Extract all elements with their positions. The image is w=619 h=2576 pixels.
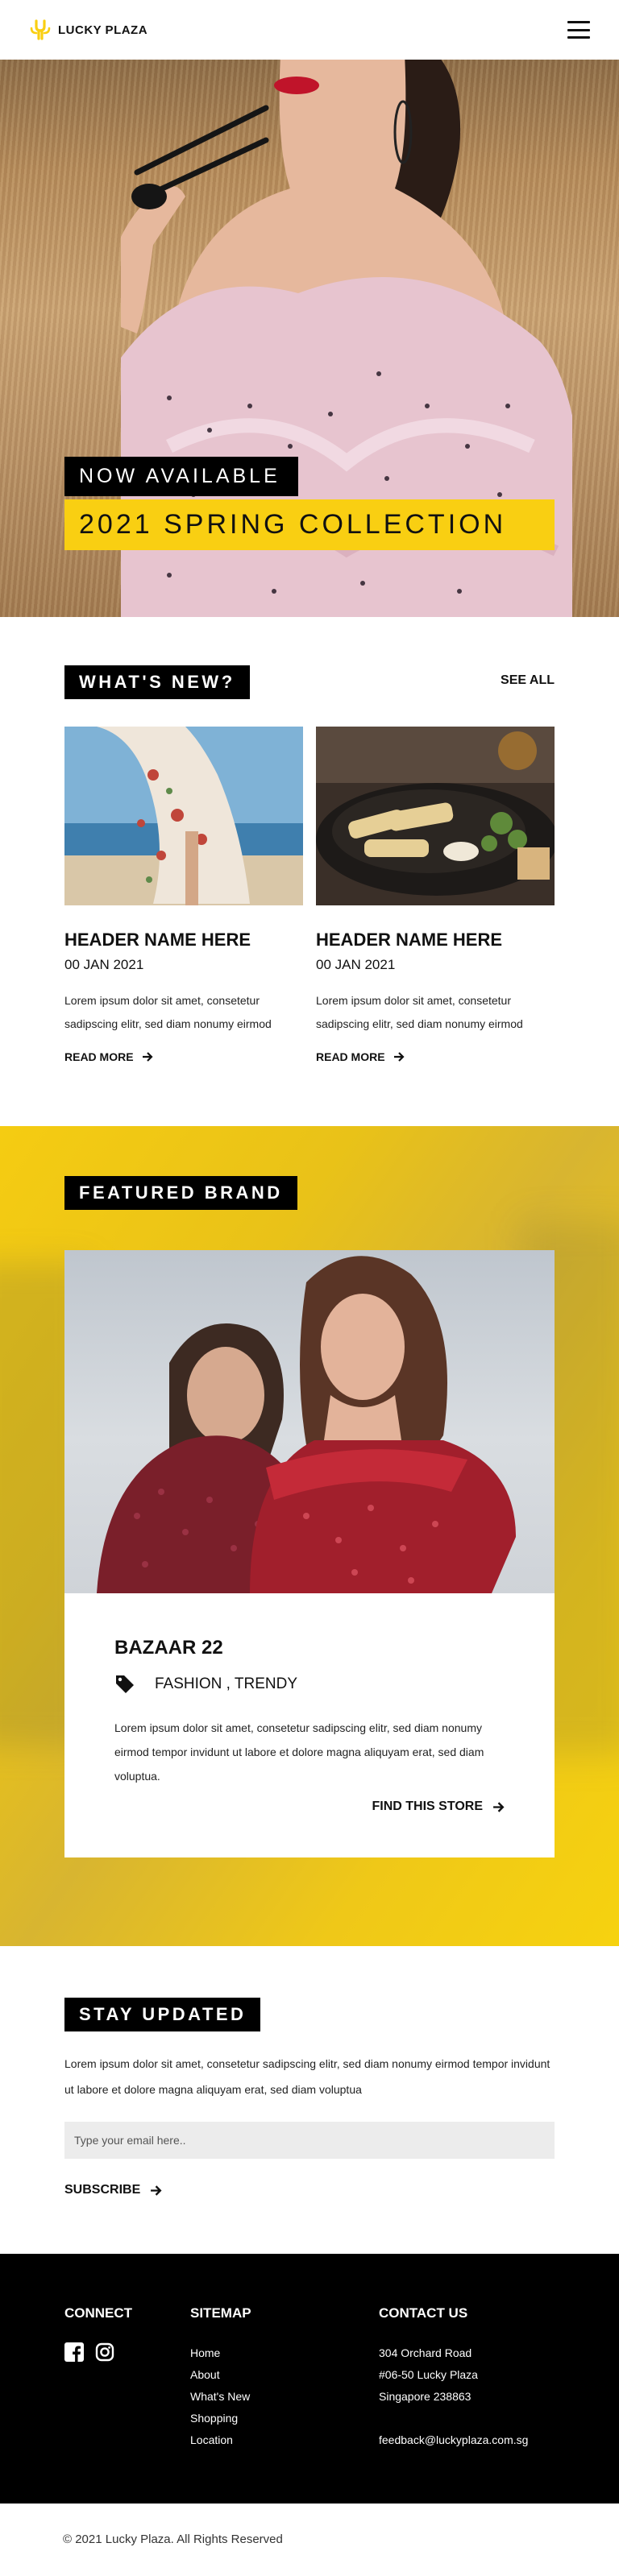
news-card-title: HEADER NAME HERE bbox=[64, 930, 251, 950]
copyright-text: © 2021 Lucky Plaza. All Rights Reserved bbox=[63, 2532, 283, 2546]
facebook-icon[interactable] bbox=[64, 2342, 84, 2362]
news-card[interactable]: HEADER NAME HERE 00 JAN 2021 Lorem ipsum… bbox=[316, 727, 555, 1063]
sitemap-link-location[interactable]: Location bbox=[190, 2429, 251, 2451]
section-title: FEATURED BRAND bbox=[64, 1176, 297, 1210]
brand-name: LUCKY PLAZA bbox=[58, 23, 148, 37]
subscribe-button[interactable]: SUBSCRIBE bbox=[64, 2183, 162, 2197]
contact-email-link[interactable]: feedback@luckyplaza.com.sg bbox=[379, 2429, 528, 2451]
arrow-right-icon bbox=[493, 1801, 505, 1812]
sitemap-link-whats-new[interactable]: What's New bbox=[190, 2386, 251, 2408]
news-card[interactable]: HEADER NAME HERE 00 JAN 2021 Lorem ipsum… bbox=[64, 727, 303, 1063]
hero-tag: NOW AVAILABLE bbox=[64, 457, 298, 496]
footer-heading: CONTACT US bbox=[379, 2305, 468, 2321]
newsletter-description: Lorem ipsum dolor sit amet, consetetur s… bbox=[64, 2057, 550, 2096]
tag-icon bbox=[116, 1675, 134, 1693]
address-line: 304 Orchard Road bbox=[379, 2346, 472, 2359]
address-line: Singapore 238863 bbox=[379, 2390, 472, 2403]
arrow-right-icon bbox=[142, 1052, 153, 1062]
footer-heading: SITEMAP bbox=[190, 2305, 251, 2321]
footer-sitemap: SITEMAP Home About What's New Shopping L… bbox=[190, 2305, 251, 2451]
instagram-icon[interactable] bbox=[95, 2342, 114, 2362]
hamburger-menu-icon[interactable] bbox=[567, 21, 590, 39]
hero-banner: NOW AVAILABLE 2021 SPRING COLLECTION bbox=[0, 60, 619, 617]
email-input[interactable] bbox=[64, 2122, 555, 2159]
brand-name: BAZAAR 22 bbox=[114, 1637, 223, 1659]
news-card-title: HEADER NAME HERE bbox=[316, 930, 503, 950]
brand-tags: FASHION , TRENDY bbox=[114, 1674, 297, 1695]
site-header: LUCKY PLAZA bbox=[0, 0, 619, 60]
sitemap-link-about[interactable]: About bbox=[190, 2364, 251, 2386]
news-card-date: 00 JAN 2021 bbox=[316, 957, 396, 972]
see-all-link[interactable]: SEE ALL bbox=[501, 673, 555, 688]
whats-new-section: WHAT'S NEW? SEE ALL HEADER NAME HERE 00 … bbox=[0, 617, 619, 1126]
footer-contact: CONTACT US 304 Orchard Road #06-50 Lucky… bbox=[379, 2305, 528, 2451]
sitemap-link-shopping[interactable]: Shopping bbox=[190, 2408, 251, 2429]
brand-card: BAZAAR 22 FASHION , TRENDY Lorem ipsum d… bbox=[64, 1250, 555, 1857]
news-card-excerpt: Lorem ipsum dolor sit amet, consetetur s… bbox=[316, 994, 523, 1030]
footer-connect: CONNECT bbox=[64, 2305, 132, 2362]
find-store-link[interactable]: FIND THIS STORE bbox=[372, 1799, 505, 1814]
site-footer: CONNECT SITEMAP Home About What's New Sh… bbox=[0, 2254, 619, 2504]
featured-brand-section: FEATURED BRAND BAZAAR 22 FASHION , TREND… bbox=[0, 1126, 619, 1946]
news-card-date: 00 JAN 2021 bbox=[64, 957, 144, 972]
read-more-link[interactable]: READ MORE bbox=[316, 1050, 555, 1063]
news-card-image bbox=[64, 727, 303, 905]
arrow-right-icon bbox=[393, 1052, 405, 1062]
footer-heading: CONNECT bbox=[64, 2305, 133, 2321]
brand-description: Lorem ipsum dolor sit amet, consetetur s… bbox=[114, 1721, 484, 1783]
news-card-excerpt: Lorem ipsum dolor sit amet, consetetur s… bbox=[64, 994, 272, 1030]
hero-title: 2021 SPRING COLLECTION bbox=[64, 499, 555, 550]
sitemap-link-home[interactable]: Home bbox=[190, 2342, 251, 2364]
newsletter-section: STAY UPDATED Lorem ipsum dolor sit amet,… bbox=[0, 1946, 619, 2254]
brand-image bbox=[64, 1250, 555, 1593]
lucky-plaza-logo-icon bbox=[30, 19, 51, 40]
arrow-right-icon bbox=[151, 2185, 162, 2196]
address-line: #06-50 Lucky Plaza bbox=[379, 2368, 478, 2381]
section-title: STAY UPDATED bbox=[64, 1998, 261, 2031]
section-title: WHAT'S NEW? bbox=[64, 665, 250, 699]
read-more-link[interactable]: READ MORE bbox=[64, 1050, 303, 1063]
news-card-image bbox=[316, 727, 555, 905]
logo[interactable]: LUCKY PLAZA bbox=[29, 19, 147, 41]
